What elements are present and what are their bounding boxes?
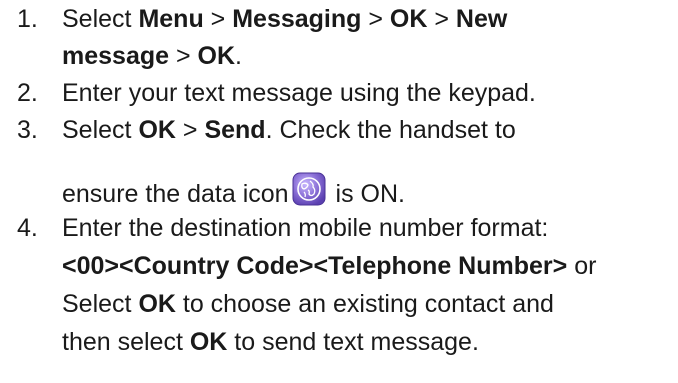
data-globe-icon-svg xyxy=(292,172,326,206)
menu-label: Menu xyxy=(138,5,204,33)
step-4-line-4: then select OK to send text message. xyxy=(62,328,479,356)
ok-label: OK xyxy=(138,116,176,144)
ok-label: OK xyxy=(389,5,428,33)
step-number: 1. xyxy=(17,5,38,33)
message-label: message xyxy=(62,42,170,70)
step-2-line-1: Enter your text message using the keypad… xyxy=(62,79,536,107)
step-number: 3. xyxy=(17,116,38,144)
step-number: 4. xyxy=(17,214,38,242)
messaging-label: Messaging xyxy=(232,5,362,33)
send-label: Send xyxy=(204,116,266,144)
number-format-label: <00><Country Code><Telephone Number> xyxy=(62,252,568,280)
step-4-line-2: <00><Country Code><Telephone Number> or xyxy=(62,252,597,280)
ok-label: OK xyxy=(189,328,228,356)
ok-label: OK xyxy=(138,290,176,318)
step-4-line-3: Select OK to choose an existing contact … xyxy=(62,290,554,318)
ok-label: OK xyxy=(197,42,236,70)
step-4-line-1: Enter the destination mobile number form… xyxy=(62,214,549,242)
step-1-line-1: Select Menu > Messaging > OK > New xyxy=(62,5,508,33)
step-3-line-2: ensure the data icon is ON. xyxy=(62,172,405,211)
step-number: 2. xyxy=(17,79,38,107)
step-1-line-2: message > OK. xyxy=(62,42,242,70)
step-3-line-1: Select OK > Send. Check the handset to xyxy=(62,116,516,144)
new-label: New xyxy=(455,5,508,33)
data-globe-icon xyxy=(292,172,326,206)
instruction-document: 1. Select Menu > Messaging > OK > New me… xyxy=(0,0,678,383)
